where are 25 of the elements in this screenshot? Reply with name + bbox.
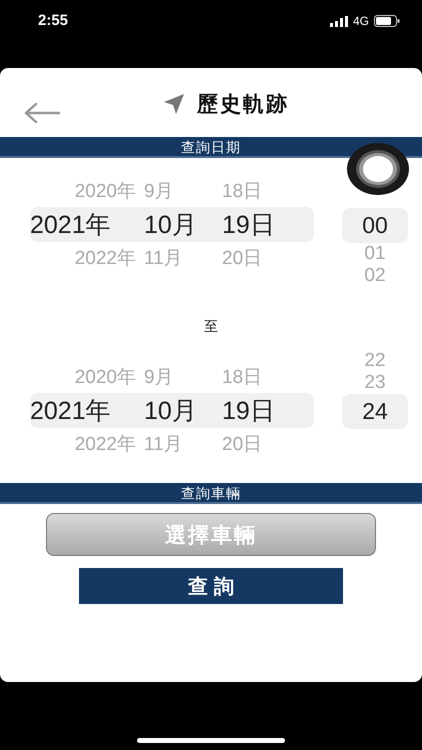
signal-icon [330,16,348,26]
hour-picker-row[interactable]: 24 [342,394,408,429]
date-picker-row[interactable]: 2022年 11月 20日 [30,242,314,274]
network-label: 4G [352,14,369,28]
select-vehicle-button[interactable]: 選擇車輛 [46,513,376,556]
date-picker-row[interactable]: 2021年 10月 19日 [30,393,314,428]
section-header: 查詢日期 [0,137,422,158]
hour-picker-row[interactable]: 23 [342,372,408,394]
battery-icon [374,15,400,27]
date-picker-row[interactable]: 2021年 10月 19日 [30,207,314,242]
hour-picker-row[interactable]: 22 [342,350,408,372]
page-title: 歷史軌跡 [197,92,289,118]
hour-picker-row[interactable]: 01 [342,243,408,265]
query-button[interactable]: 查 詢 [79,568,343,604]
navigation-arrow-icon [163,92,185,114]
back-arrow-icon[interactable] [24,103,60,123]
hour-picker-row[interactable]: 02 [342,265,408,287]
status-time: 2:55 [38,12,68,29]
date-picker-row[interactable]: 2020年 9月 18日 [30,175,314,207]
section-header: 查詢車輛 [0,483,422,504]
date-picker-row[interactable]: 2022年 11月 20日 [30,428,314,460]
hour-picker-row[interactable]: 00 [342,208,408,243]
separator-label: 至 [203,317,219,336]
date-picker-row[interactable]: 2020年 9月 18日 [30,361,314,393]
assistive-touch-icon[interactable] [346,142,410,196]
